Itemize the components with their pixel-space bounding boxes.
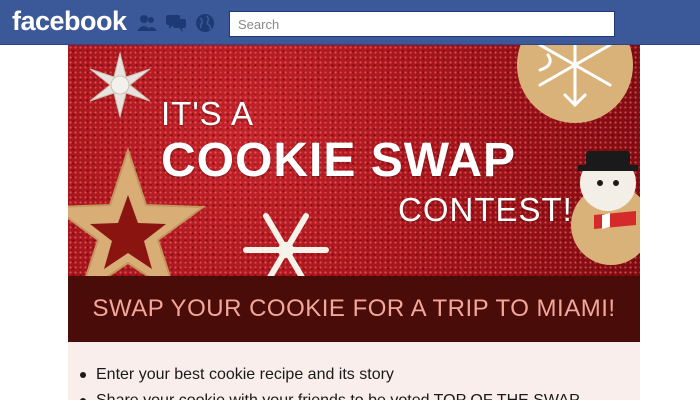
messages-icon[interactable]	[165, 13, 187, 33]
notifications-globe-icon[interactable]	[194, 13, 216, 33]
search-box[interactable]	[229, 11, 615, 37]
hero-heading-line1: IT'S A	[161, 95, 254, 132]
facebook-top-bar: facebook	[0, 0, 700, 45]
white-snowflake-cookie-image	[243, 213, 329, 276]
hero-heading-line2: COOKIE SWAP	[161, 134, 517, 187]
promo-tagline: SWAP YOUR COOKIE FOR A TRIP TO MIAMI!	[68, 276, 640, 342]
list-item: Enter your best cookie recipe and its st…	[80, 362, 640, 388]
contest-details: Enter your best cookie recipe and its st…	[68, 342, 640, 400]
snowman-cookie-image	[571, 151, 640, 265]
facebook-logo[interactable]: facebook	[12, 6, 127, 37]
gingerbread-snowflake-cookie-image	[517, 45, 633, 123]
tagline-text: SWAP YOUR COOKIE FOR A TRIP TO MIAMI!	[92, 295, 616, 322]
rules-list: Enter your best cookie recipe and its st…	[68, 342, 640, 400]
hero-heading-line3: CONTEST!	[398, 191, 573, 228]
search-input[interactable]	[230, 12, 614, 36]
snowflake-cookie-image	[89, 52, 151, 118]
list-item: Share your cookie with your friends to b…	[80, 388, 640, 400]
cookie-swap-banner: IT'S A COOKIE SWAP CONTEST!	[68, 45, 640, 276]
friend-requests-icon[interactable]	[136, 13, 158, 33]
